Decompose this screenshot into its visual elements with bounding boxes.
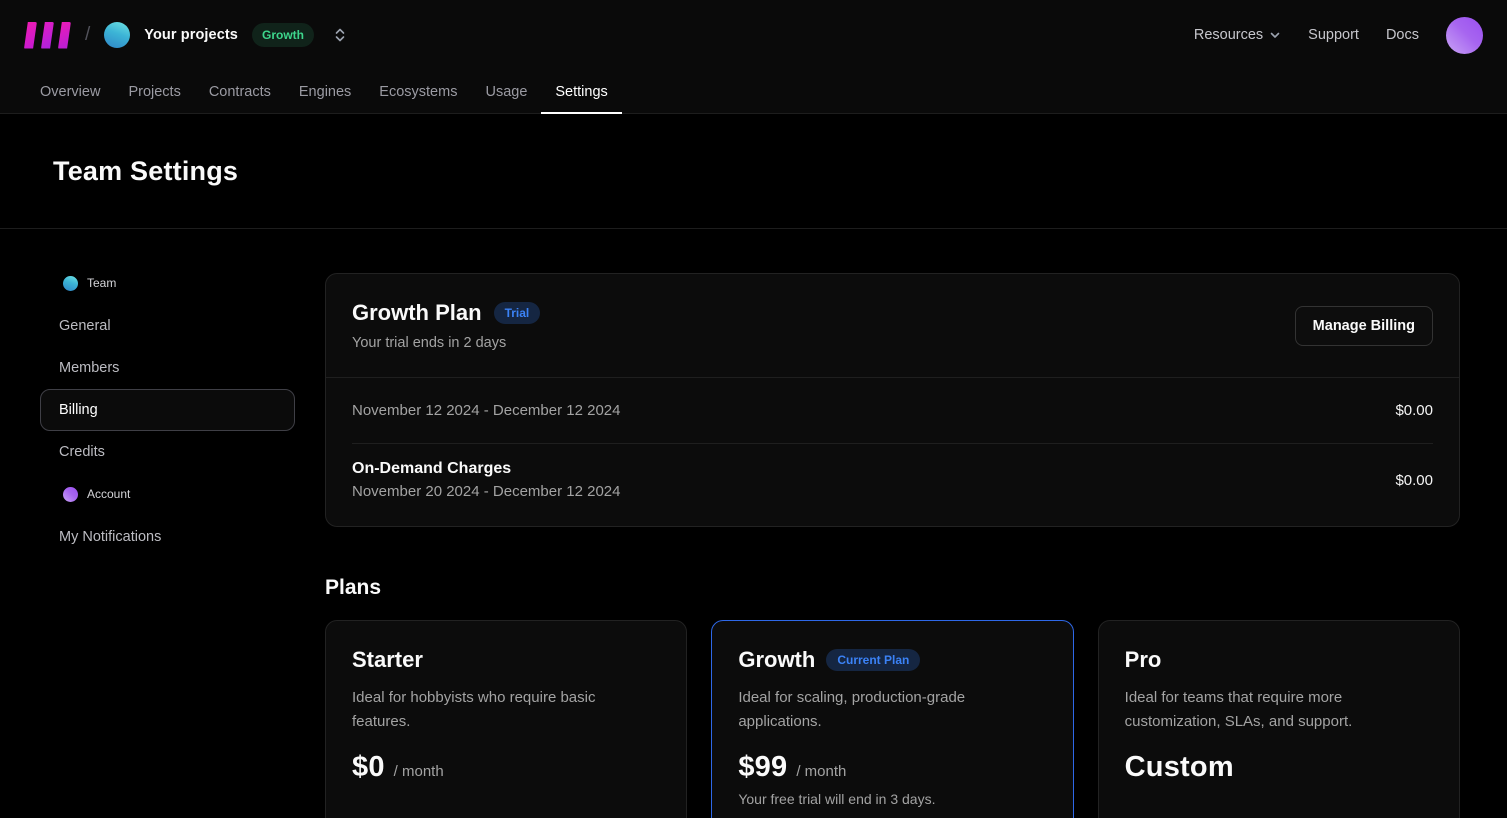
- tab-settings[interactable]: Settings: [541, 70, 621, 113]
- sidebar-section-team: Team: [40, 273, 295, 293]
- tab-projects[interactable]: Projects: [114, 70, 194, 113]
- tab-contracts[interactable]: Contracts: [195, 70, 285, 113]
- primary-tabs: Overview Projects Contracts Engines Ecos…: [0, 70, 1507, 114]
- thirdweb-logo-icon[interactable]: [24, 22, 71, 49]
- plan-trial-note: Your free trial will end in 3 days.: [738, 791, 1046, 807]
- sidebar-team-list: General Members Billing Credits: [40, 305, 295, 473]
- manage-billing-button[interactable]: Manage Billing: [1295, 306, 1433, 346]
- nav-docs[interactable]: Docs: [1386, 27, 1419, 43]
- team-avatar[interactable]: [104, 22, 130, 48]
- plan-name-growth: Growth: [738, 647, 815, 673]
- top-bar: / Your projects Growth Resources Support…: [0, 0, 1507, 70]
- chevrons-up-down-icon[interactable]: [332, 27, 348, 43]
- sidebar-item-credits[interactable]: Credits: [40, 431, 295, 473]
- plan-price-suffix-growth: / month: [796, 763, 846, 780]
- tab-usage[interactable]: Usage: [471, 70, 541, 113]
- tab-overview[interactable]: Overview: [26, 70, 114, 113]
- plan-grid: Starter Ideal for hobbyists who require …: [325, 620, 1460, 818]
- team-plan-badge: Growth: [252, 23, 314, 47]
- breadcrumb-separator: /: [85, 24, 90, 46]
- team-name[interactable]: Your projects: [144, 27, 238, 43]
- billing-card: Growth Plan Trial Your trial ends in 2 d…: [325, 273, 1460, 527]
- billing-period-row: November 12 2024 - December 12 2024 $0.0…: [326, 378, 1459, 443]
- sidebar-item-billing[interactable]: Billing: [40, 389, 295, 431]
- plan-price-starter: $0: [352, 751, 385, 784]
- account-dot-icon: [63, 487, 78, 502]
- breadcrumb: / Your projects Growth: [24, 22, 348, 49]
- settings-content: Team General Members Billing Credits Acc…: [0, 229, 1507, 818]
- team-dot-icon: [63, 276, 78, 291]
- chevron-down-icon: [1269, 29, 1281, 41]
- billing-main: Growth Plan Trial Your trial ends in 2 d…: [325, 273, 1460, 818]
- on-demand-title: On-Demand Charges: [352, 460, 621, 478]
- sidebar-item-general[interactable]: General: [40, 305, 295, 347]
- plan-card-starter: Starter Ideal for hobbyists who require …: [325, 620, 687, 818]
- plan-name-pro: Pro: [1125, 647, 1162, 673]
- tab-ecosystems[interactable]: Ecosystems: [365, 70, 471, 113]
- trial-badge: Trial: [494, 302, 541, 324]
- current-plan-badge: Current Plan: [826, 649, 920, 671]
- plan-desc-starter: Ideal for hobbyists who require basic fe…: [352, 686, 652, 734]
- plan-price-growth: $99: [738, 751, 787, 784]
- sidebar-section-account: Account: [40, 484, 295, 504]
- plan-desc-growth: Ideal for scaling, production-grade appl…: [738, 686, 1038, 734]
- settings-sidebar: Team General Members Billing Credits Acc…: [40, 273, 295, 818]
- user-avatar[interactable]: [1446, 17, 1483, 54]
- sidebar-item-my-notifications[interactable]: My Notifications: [40, 516, 295, 558]
- plan-price-suffix-starter: / month: [394, 763, 444, 780]
- plan-card-pro: Pro Ideal for teams that require more cu…: [1098, 620, 1460, 818]
- sidebar-account-list: My Notifications: [40, 516, 295, 558]
- plan-name-starter: Starter: [352, 647, 423, 673]
- billing-period-amount: $0.00: [1395, 402, 1433, 419]
- nav-resources-label: Resources: [1194, 27, 1263, 43]
- page-title: Team Settings: [53, 156, 238, 187]
- billing-period: November 12 2024 - December 12 2024: [352, 402, 621, 419]
- nav-support[interactable]: Support: [1308, 27, 1359, 43]
- billing-card-header: Growth Plan Trial Your trial ends in 2 d…: [326, 274, 1459, 378]
- plan-card-growth: Growth Current Plan Ideal for scaling, p…: [711, 620, 1073, 818]
- plan-price-pro: Custom: [1125, 751, 1234, 784]
- nav-resources[interactable]: Resources: [1194, 27, 1281, 43]
- on-demand-row: On-Demand Charges November 20 2024 - Dec…: [326, 444, 1459, 526]
- tab-engines[interactable]: Engines: [285, 70, 365, 113]
- sidebar-section-account-label: Account: [87, 487, 130, 501]
- plans-heading: Plans: [325, 576, 1460, 600]
- on-demand-amount: $0.00: [1395, 472, 1433, 489]
- plan-desc-pro: Ideal for teams that require more custom…: [1125, 686, 1425, 734]
- current-plan-title: Growth Plan: [352, 300, 482, 326]
- trial-ends-text: Your trial ends in 2 days: [352, 335, 540, 351]
- on-demand-period: November 20 2024 - December 12 2024: [352, 483, 621, 500]
- sidebar-item-members[interactable]: Members: [40, 347, 295, 389]
- top-nav: Resources Support Docs: [1194, 17, 1483, 54]
- page-header: Team Settings: [0, 114, 1507, 229]
- sidebar-section-team-label: Team: [87, 276, 116, 290]
